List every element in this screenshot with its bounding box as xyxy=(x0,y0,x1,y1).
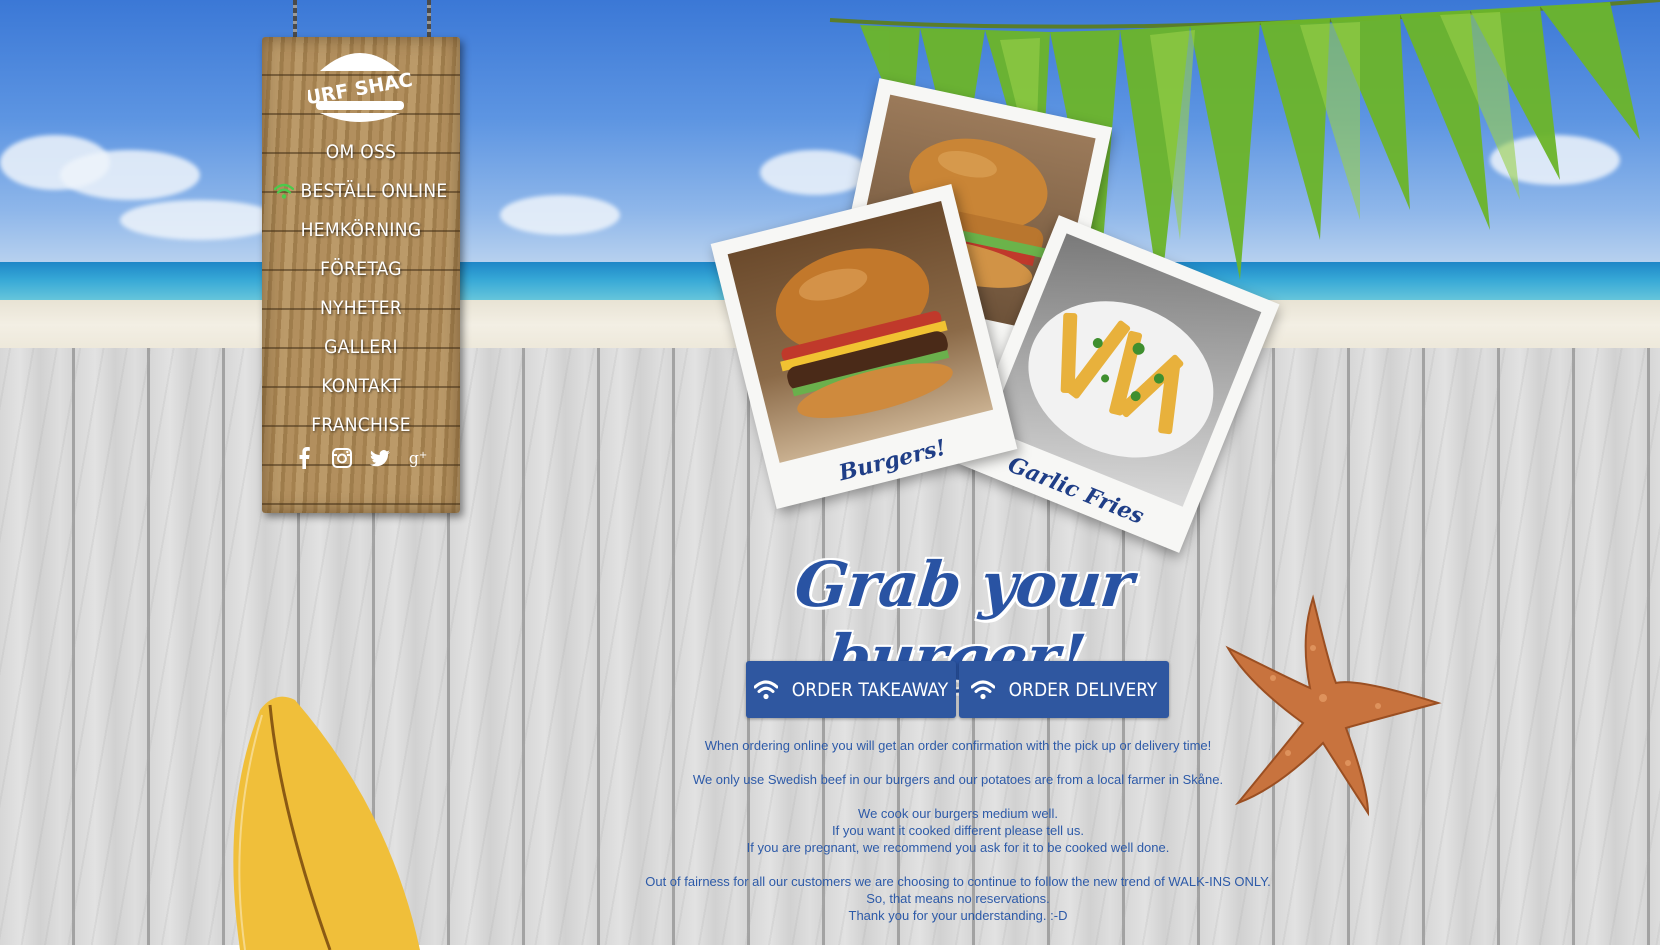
main-navigation: OM OSS BESTÄLL ONLINE HEMKÖRNING FÖRETAG… xyxy=(262,132,460,444)
ordering-info-text: When ordering online you will get an ord… xyxy=(600,737,1316,924)
info-line: If you are pregnant, we recommend you as… xyxy=(746,840,1170,855)
cloud xyxy=(60,150,200,200)
nav-item-om-oss[interactable]: OM OSS xyxy=(262,132,460,171)
nav-item-foretag[interactable]: FÖRETAG xyxy=(262,249,460,288)
svg-text:+: + xyxy=(419,450,427,461)
nav-item-label: NYHETER xyxy=(319,296,403,319)
cloud xyxy=(500,195,620,235)
nav-item-label: GALLERI xyxy=(324,335,398,358)
info-line: We only use Swedish beef in our burgers … xyxy=(692,772,1224,787)
order-buttons: ORDER TAKEAWAY ORDER DELIVERY xyxy=(746,661,1169,718)
social-links: g + xyxy=(262,447,460,469)
surfboard-decoration xyxy=(233,696,420,950)
nav-item-label: KONTAKT xyxy=(321,374,401,397)
google-plus-icon[interactable]: g + xyxy=(408,447,428,469)
nav-item-nyheter[interactable]: NYHETER xyxy=(262,288,460,327)
wifi-icon xyxy=(970,680,995,699)
hanging-wood-sign-nav: SURF SHACK OM OSS BESTÄLL ONLINE HEMKÖRN… xyxy=(262,37,460,513)
nav-item-label: HEMKÖRNING xyxy=(300,218,422,241)
info-line: So, that means no reservations. xyxy=(866,891,1050,906)
sign-chain-left xyxy=(293,0,297,42)
order-delivery-button[interactable]: ORDER DELIVERY xyxy=(959,661,1169,718)
surf-shack-logo[interactable]: SURF SHACK xyxy=(308,39,412,127)
twitter-icon[interactable] xyxy=(370,447,390,469)
wifi-icon xyxy=(274,183,295,199)
burger-illustration xyxy=(775,248,953,419)
info-line: Out of fairness for all our customers we… xyxy=(645,874,1271,889)
facebook-icon[interactable] xyxy=(294,447,314,469)
nav-item-label: FRANCHISE xyxy=(311,413,411,436)
info-line: When ordering online you will get an ord… xyxy=(704,738,1212,753)
nav-item-kontakt[interactable]: KONTAKT xyxy=(262,366,460,405)
svg-text:g: g xyxy=(409,449,419,467)
nav-item-label: FÖRETAG xyxy=(320,257,402,280)
cloud xyxy=(120,200,280,240)
instagram-icon[interactable] xyxy=(332,447,352,469)
button-label: ORDER DELIVERY xyxy=(1008,678,1158,701)
wifi-icon xyxy=(753,680,778,699)
nav-item-franchise[interactable]: FRANCHISE xyxy=(262,405,460,444)
nav-item-label: BESTÄLL ONLINE xyxy=(300,179,448,202)
info-line: We cook our burgers medium well. xyxy=(858,806,1058,821)
nav-item-label: OM OSS xyxy=(325,140,397,163)
info-line: Thank you for your understanding. :-D xyxy=(848,908,1068,923)
nav-item-galleri[interactable]: GALLERI xyxy=(262,327,460,366)
order-takeaway-button[interactable]: ORDER TAKEAWAY xyxy=(746,661,956,718)
info-line: If you want it cooked different please t… xyxy=(832,823,1084,838)
sign-chain-right xyxy=(427,0,431,42)
cheeseburger-photo xyxy=(727,201,994,463)
nav-item-bestall-online[interactable]: BESTÄLL ONLINE xyxy=(262,171,460,210)
nav-item-hemkorning[interactable]: HEMKÖRNING xyxy=(262,210,460,249)
button-label: ORDER TAKEAWAY xyxy=(791,678,949,701)
